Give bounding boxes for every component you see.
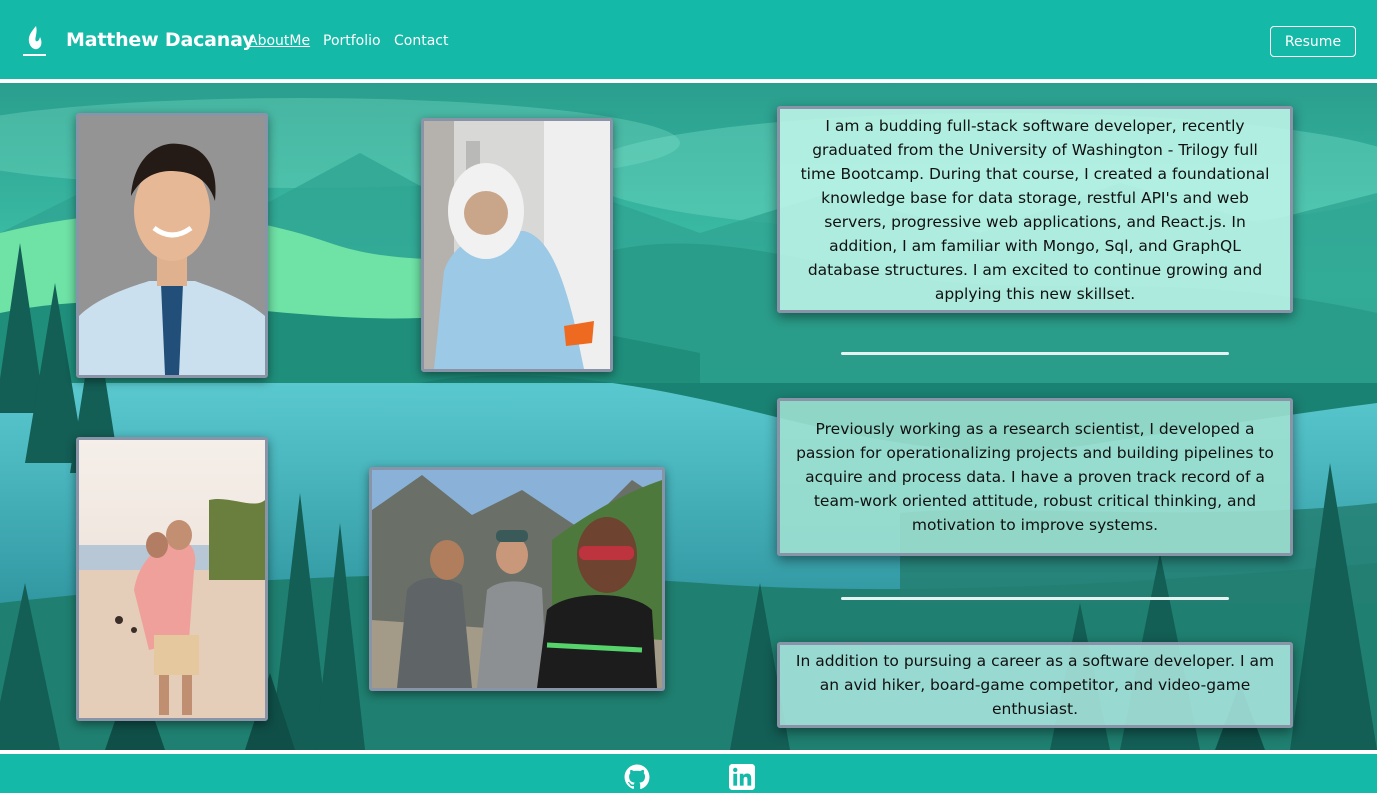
- nav-link-contact[interactable]: Contact: [394, 33, 448, 49]
- about-paragraph-hobbies: In addition to pursuing a career as a so…: [795, 652, 1275, 718]
- nav-link-aboutme[interactable]: AboutMe: [248, 33, 310, 49]
- headshot-photo: [76, 113, 268, 378]
- flame-logo-icon[interactable]: [22, 24, 48, 58]
- resume-button[interactable]: Resume: [1270, 26, 1356, 57]
- github-icon[interactable]: [624, 764, 650, 790]
- about-paragraph-intro: I am a budding full-stack software devel…: [800, 116, 1270, 303]
- nav-link-portfolio[interactable]: Portfolio: [323, 33, 381, 49]
- section-divider: [841, 352, 1229, 355]
- about-card-hobbies: In addition to pursuing a career as a so…: [777, 642, 1293, 728]
- navbar: Matthew Dacanay AboutMe Portfolio Contac…: [0, 0, 1377, 79]
- footer: [0, 754, 1377, 793]
- hiking-group-photo: [369, 467, 665, 691]
- about-card-background: Previously working as a research scienti…: [777, 398, 1293, 556]
- section-divider: [841, 597, 1229, 600]
- about-paragraph-background: Previously working as a research scienti…: [796, 420, 1274, 534]
- linkedin-icon[interactable]: [729, 764, 755, 790]
- beach-photo: [76, 437, 268, 721]
- cleanroom-suit-photo: [421, 118, 613, 372]
- brand-name[interactable]: Matthew Dacanay: [66, 29, 255, 51]
- about-card-intro: I am a budding full-stack software devel…: [777, 106, 1293, 313]
